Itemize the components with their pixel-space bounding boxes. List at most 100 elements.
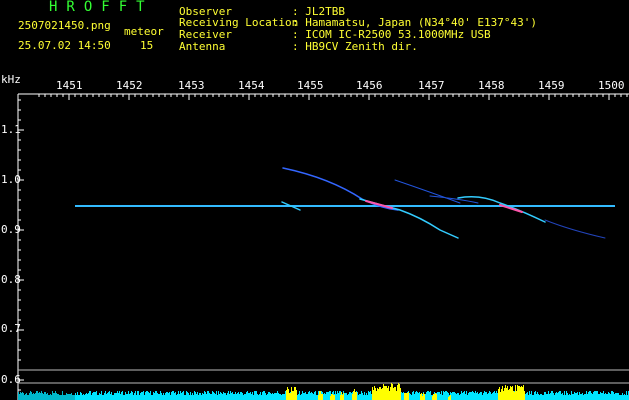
noise-bar <box>75 393 76 400</box>
noise-bar <box>206 394 207 400</box>
noise-bar <box>192 393 193 400</box>
noise-bar <box>126 394 127 400</box>
burst-bar <box>378 389 379 400</box>
noise-bar <box>592 394 593 400</box>
noise-bar <box>158 394 159 400</box>
noise-bar <box>431 395 432 400</box>
noise-bar <box>567 393 568 400</box>
noise-bar <box>145 392 146 400</box>
noise-bar <box>497 393 498 400</box>
noise-bar <box>316 395 317 400</box>
noise-bar <box>168 393 169 400</box>
burst-bar <box>383 384 384 400</box>
burst-bar <box>516 391 517 400</box>
noise-bar <box>445 391 446 400</box>
noise-bar <box>276 393 277 400</box>
noise-bar <box>26 393 27 400</box>
noise-bar <box>300 395 301 400</box>
burst-bar <box>511 387 512 400</box>
noise-bar <box>414 394 415 400</box>
noise-bar <box>129 394 130 400</box>
noise-bar <box>459 395 460 400</box>
noise-floor <box>18 383 629 400</box>
noise-bar <box>224 393 225 400</box>
noise-bar <box>298 394 299 400</box>
noise-bar <box>135 391 136 400</box>
noise-bar <box>443 391 444 400</box>
burst-bar <box>286 390 287 400</box>
noise-bar <box>488 393 489 400</box>
noise-bar <box>61 395 62 400</box>
noise-bar <box>39 392 40 400</box>
noise-bar <box>72 395 73 400</box>
noise-bar <box>31 392 32 400</box>
noise-bar <box>315 391 316 400</box>
noise-bar <box>45 392 46 400</box>
noise-bar <box>110 394 111 400</box>
noise-bar <box>256 391 257 400</box>
noise-bar <box>477 392 478 400</box>
burst-bar <box>424 394 425 400</box>
noise-bar <box>232 392 233 400</box>
burst-bar <box>292 391 293 400</box>
noise-bar <box>410 394 411 400</box>
burst-bar <box>291 387 292 400</box>
noise-bar <box>242 393 243 400</box>
noise-bar <box>266 395 267 400</box>
noise-bar <box>253 395 254 400</box>
noise-bar <box>441 391 442 400</box>
noise-bar <box>440 394 441 400</box>
noise-bar <box>582 393 583 400</box>
noise-bar <box>469 392 470 400</box>
noise-bar <box>159 394 160 400</box>
meteor-trace <box>394 179 461 204</box>
noise-bar <box>481 392 482 400</box>
noise-bar <box>495 393 496 400</box>
noise-bar <box>411 395 412 400</box>
noise-bar <box>463 392 464 400</box>
noise-bar <box>196 394 197 400</box>
noise-bar <box>621 395 622 400</box>
noise-bar <box>474 393 475 400</box>
noise-bar <box>229 394 230 400</box>
noise-bar <box>169 392 170 400</box>
noise-bar <box>487 394 488 400</box>
noise-bar <box>311 392 312 400</box>
noise-bar <box>542 395 543 400</box>
noise-bar <box>139 395 140 400</box>
noise-bar <box>555 393 556 400</box>
burst-bar <box>382 388 383 400</box>
noise-bar <box>80 392 81 400</box>
noise-bar <box>563 395 564 400</box>
noise-bar <box>51 395 52 400</box>
noise-bar <box>584 394 585 400</box>
noise-bar <box>351 393 352 400</box>
noise-bar <box>248 393 249 400</box>
noise-bar <box>176 395 177 400</box>
burst-bar <box>341 392 342 400</box>
burst-bar <box>506 388 507 400</box>
noise-bar <box>532 395 533 400</box>
noise-bar <box>339 391 340 400</box>
noise-bar <box>557 393 558 400</box>
noise-bar <box>560 391 561 400</box>
noise-bar <box>285 391 286 400</box>
noise-bar <box>203 394 204 400</box>
noise-bar <box>127 394 128 400</box>
noise-bar <box>172 391 173 400</box>
burst-bar <box>390 387 391 400</box>
noise-bar <box>613 392 614 400</box>
meteor-trace <box>282 167 399 211</box>
noise-bar <box>418 393 419 400</box>
noise-bar <box>40 393 41 400</box>
noise-bar <box>309 391 310 400</box>
noise-bar <box>258 395 259 400</box>
noise-bar <box>359 394 360 400</box>
noise-bar <box>210 394 211 400</box>
noise-bar <box>615 393 616 400</box>
noise-bar <box>152 395 153 400</box>
noise-bar <box>610 394 611 400</box>
noise-bar <box>625 395 626 400</box>
noise-bar <box>623 395 624 400</box>
noise-bar <box>365 395 366 400</box>
